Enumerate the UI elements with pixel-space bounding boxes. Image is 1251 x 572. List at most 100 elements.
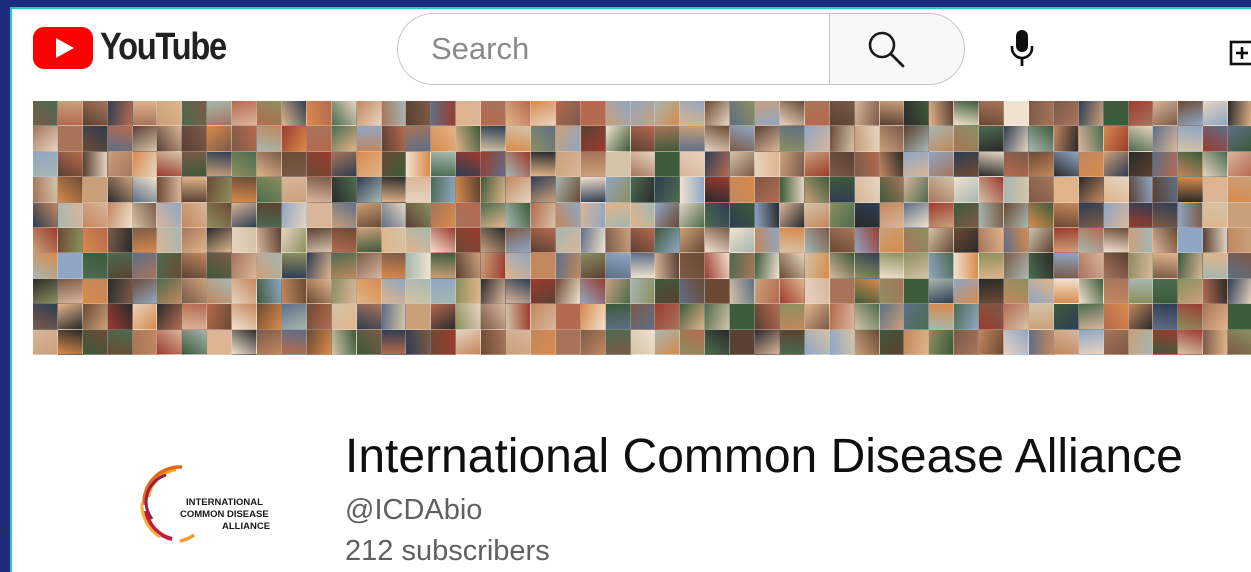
banner-photo-tile (481, 177, 507, 203)
banner-photo-tile (1103, 227, 1129, 254)
banner-photo-tile (456, 278, 482, 305)
search-button[interactable] (829, 13, 965, 85)
banner-photo-tile (730, 177, 756, 203)
create-button[interactable] (1229, 39, 1251, 69)
banner-photo-tile (232, 329, 258, 355)
banner-photo-tile (954, 253, 980, 279)
banner-photo-tile (157, 329, 183, 355)
banner-photo-tile (1004, 278, 1029, 305)
edge-text-fragment: s (0, 522, 8, 539)
banner-photo-tile (1153, 227, 1179, 254)
banner-photo-tile (804, 278, 830, 305)
banner-photo-tile (406, 101, 432, 127)
banner-photo-tile (481, 253, 507, 279)
banner-photo-tile (281, 304, 307, 330)
banner-photo-tile (456, 329, 482, 355)
banner-photo-tile (1028, 126, 1054, 152)
banner-photo-tile (1004, 304, 1029, 330)
banner-photo-tile (779, 278, 805, 305)
banner-photo-tile (381, 329, 407, 355)
banner-photo-tile (979, 101, 1005, 127)
banner-photo-tile (755, 253, 780, 279)
banner-photo-tile (306, 126, 332, 152)
banner-photo-tile (456, 101, 482, 127)
banner-photo-tile (281, 177, 307, 203)
banner-photo-tile (232, 202, 258, 228)
banner-photo-tile (779, 126, 805, 152)
banner-photo-tile (132, 101, 158, 127)
banner-photo-tile (431, 227, 457, 254)
banner-photo-tile (306, 253, 332, 279)
banner-photo-tile (481, 101, 507, 127)
banner-photo-tile (1028, 304, 1054, 330)
banner-photo-tile (929, 227, 955, 254)
banner-photo-tile (232, 278, 258, 305)
banner-photo-tile (306, 304, 332, 330)
banner-photo-tile (107, 126, 133, 152)
banner-photo-tile (605, 227, 631, 254)
banner-photo-tile (630, 126, 656, 152)
banner-photo-tile (530, 227, 556, 254)
banner-photo-tile (755, 126, 780, 152)
banner-photo-tile (33, 227, 58, 254)
channel-avatar[interactable]: INTERNATIONAL COMMON DISEASE ALLIANCE (136, 461, 276, 547)
banner-photo-tile (605, 278, 631, 305)
banner-photo-tile (406, 304, 432, 330)
banner-photo-tile (730, 304, 756, 330)
banner-photo-tile (1203, 202, 1229, 228)
banner-photo-tile (954, 329, 980, 355)
banner-photo-tile (979, 304, 1005, 330)
banner-photo-tile (904, 177, 930, 203)
banner-photo-tile (1203, 151, 1229, 178)
banner-photo-tile (755, 304, 780, 330)
banner-photo-tile (605, 202, 631, 228)
search-input[interactable]: Search (397, 13, 829, 85)
banner-photo-tile (82, 177, 108, 203)
banner-photo-tile (506, 177, 531, 203)
banner-photo-tile (381, 126, 407, 152)
banner-photo-tile (929, 177, 955, 203)
banner-photo-tile (481, 202, 507, 228)
banner-photo-tile (680, 304, 706, 330)
banner-photo-tile (431, 329, 457, 355)
banner-photo-tile (406, 227, 432, 254)
banner-photo-tile (381, 177, 407, 203)
banner-photo-tile (1103, 278, 1129, 305)
banner-photo-tile (879, 253, 905, 279)
banner-photo-tile (182, 278, 208, 305)
banner-photo-tile (904, 304, 930, 330)
banner-photo-tile (257, 278, 282, 305)
banner-photo-tile (257, 304, 282, 330)
banner-photo-tile (107, 101, 133, 127)
banner-photo-tile (829, 329, 855, 355)
banner-photo-tile (580, 202, 606, 228)
banner-photo-tile (1103, 126, 1129, 152)
banner-photo-tile (331, 304, 357, 330)
banner-photo-tile (680, 202, 706, 228)
banner-photo-tile (207, 227, 233, 254)
banner-photo-tile (1178, 177, 1204, 203)
banner-photo-tile (57, 329, 83, 355)
banner-photo-tile (779, 101, 805, 127)
banner-photo-tile (954, 151, 980, 178)
search-placeholder: Search (431, 31, 530, 66)
banner-photo-tile (904, 101, 930, 127)
banner-photo-tile (257, 177, 282, 203)
banner-photo-tile (33, 253, 58, 279)
banner-photo-tile (1128, 304, 1154, 330)
youtube-logo[interactable]: YouTube (33, 26, 246, 69)
voice-search-button[interactable] (1002, 26, 1042, 70)
banner-photo-tile (1078, 278, 1104, 305)
banner-photo-tile (1153, 253, 1179, 279)
banner-photo-tile (232, 304, 258, 330)
banner-photo-tile (705, 151, 731, 178)
banner-photo-tile (1203, 101, 1229, 127)
banner-photo-tile (954, 278, 980, 305)
banner-photo-tile (1004, 177, 1029, 203)
banner-photo-tile (331, 101, 357, 127)
banner-photo-tile (157, 304, 183, 330)
banner-photo-tile (306, 227, 332, 254)
banner-photo-tile (979, 151, 1005, 178)
banner-photo-tile (82, 151, 108, 178)
banner-photo-tile (1078, 151, 1104, 178)
